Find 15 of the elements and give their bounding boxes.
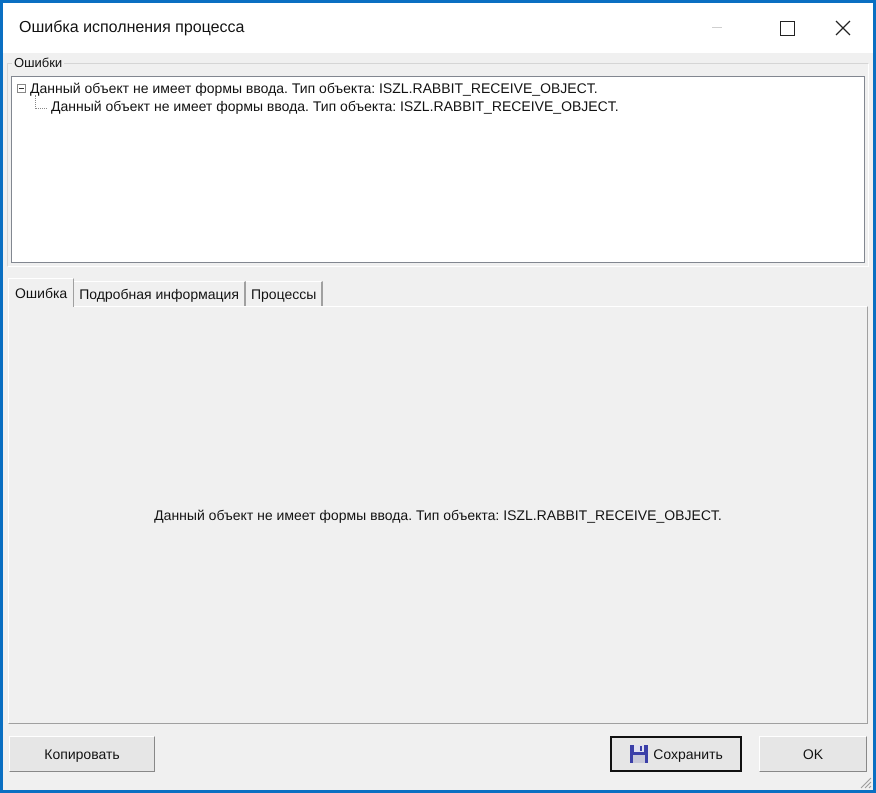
tree-line (35, 95, 47, 109)
window-title: Ошибка исполнения процесса (19, 18, 244, 38)
error-message: Данный объект не имеет формы ввода. Тип объекта: ISZL.RABBIT_RECEIVE_OBJECT. (154, 506, 722, 525)
tab[interactable]: Подробная информация (74, 281, 246, 306)
maximize-icon[interactable] (780, 20, 795, 36)
tab[interactable]: Ошибка (8, 278, 74, 307)
close-icon[interactable] (835, 20, 851, 36)
tree-item[interactable]: Данный объект не имеет формы ввода. Тип объекта: ISZL.RABBIT_RECEIVE_OBJECT. (51, 96, 619, 116)
collapse-icon[interactable] (17, 84, 26, 92)
save-button[interactable]: Сохранить (610, 736, 742, 772)
button[interactable]: Копировать (9, 736, 155, 772)
button[interactable]: OK (759, 736, 867, 772)
resize-grip-icon[interactable] (860, 777, 872, 789)
tab[interactable]: Процессы (246, 281, 324, 306)
tree-item[interactable]: Данный объект не имеет формы ввода. Тип объекта: ISZL.RABBIT_RECEIVE_OBJECT. (30, 78, 598, 98)
